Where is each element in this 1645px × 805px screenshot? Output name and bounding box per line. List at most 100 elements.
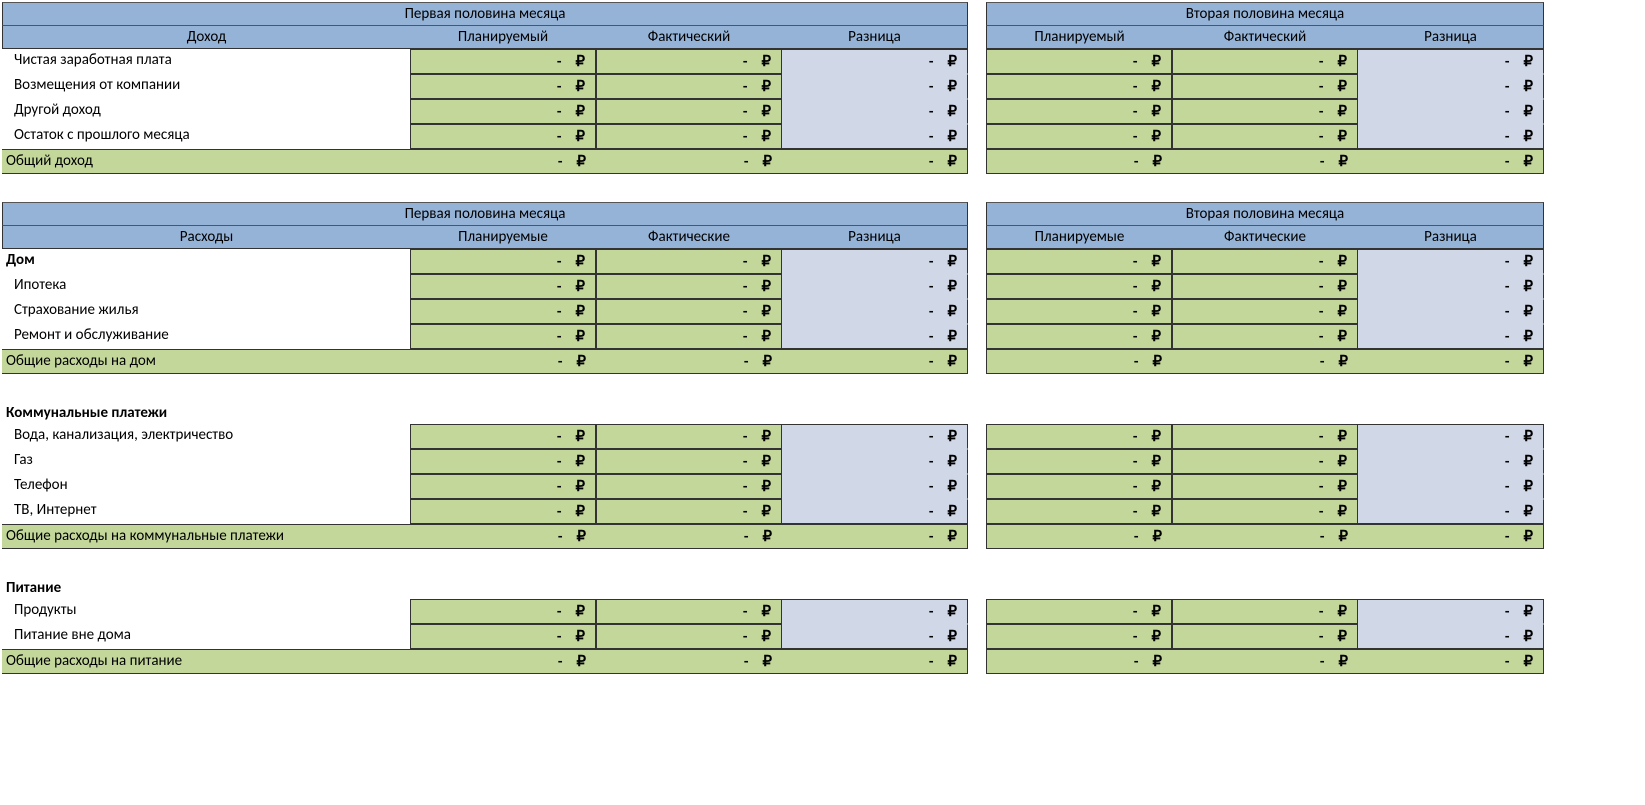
cell-diff: -₽ <box>1358 424 1544 449</box>
cell-plan[interactable]: -₽ <box>986 449 1172 474</box>
cell-plan[interactable]: -₽ <box>410 49 596 74</box>
cell-plan[interactable]: -₽ <box>410 624 596 649</box>
cell-fact[interactable]: -₽ <box>596 274 782 299</box>
cell-plan[interactable]: -₽ <box>410 124 596 149</box>
cell-value: -₽ <box>1133 502 1161 521</box>
cell-diff: -₽ <box>782 299 968 324</box>
cell-plan[interactable]: -₽ <box>986 299 1172 324</box>
cell-plan[interactable]: -₽ <box>986 99 1172 124</box>
cell-fact[interactable]: -₽ <box>1172 49 1358 74</box>
cell-plan[interactable]: -₽ <box>986 274 1172 299</box>
gap <box>968 26 986 49</box>
cell-value: -₽ <box>1505 302 1533 321</box>
cell-plan[interactable]: -₽ <box>986 74 1172 99</box>
cell-plan[interactable]: -₽ <box>410 449 596 474</box>
cell-value: -₽ <box>929 77 957 96</box>
gap <box>968 499 986 524</box>
cell-value: -₽ <box>1319 502 1347 521</box>
cell-plan[interactable]: -₽ <box>410 99 596 124</box>
cell-fact[interactable]: -₽ <box>1172 474 1358 499</box>
cell-fact[interactable]: -₽ <box>1172 449 1358 474</box>
cell-diff: -₽ <box>1358 299 1544 324</box>
cell-plan[interactable]: -₽ <box>986 49 1172 74</box>
gap <box>968 649 986 674</box>
cell-fact[interactable]: -₽ <box>1172 324 1358 349</box>
cell-fact[interactable]: -₽ <box>596 324 782 349</box>
row-label: Ремонт и обслуживание <box>2 324 410 349</box>
cell-fact[interactable]: -₽ <box>596 99 782 124</box>
cell-fact[interactable]: -₽ <box>1172 299 1358 324</box>
cell-value: -₽ <box>1319 302 1347 321</box>
total-fact: -₽ <box>596 349 782 374</box>
cell-fact[interactable]: -₽ <box>596 124 782 149</box>
cell-fact[interactable]: -₽ <box>1172 74 1358 99</box>
col-fact: Фактический <box>1172 26 1358 49</box>
col-diff: Разница <box>782 226 968 249</box>
cell-fact[interactable]: -₽ <box>1172 124 1358 149</box>
cell-fact[interactable]: -₽ <box>1172 424 1358 449</box>
total-plan: -₽ <box>410 649 596 674</box>
cell-plan[interactable]: -₽ <box>410 274 596 299</box>
category-header: Питание <box>2 577 410 599</box>
cell-value: -₽ <box>1505 102 1533 121</box>
cell-fact[interactable]: -₽ <box>596 424 782 449</box>
cell-plan[interactable]: -₽ <box>986 249 1172 274</box>
cell-plan[interactable]: -₽ <box>410 599 596 624</box>
total-label: Общие расходы на дом <box>2 349 410 374</box>
cell-plan[interactable]: -₽ <box>986 624 1172 649</box>
cell-value: -₽ <box>1133 427 1161 446</box>
cell-value: -₽ <box>1134 527 1162 546</box>
cell-fact[interactable]: -₽ <box>596 474 782 499</box>
cell-value: -₽ <box>1133 602 1161 621</box>
cell-plan[interactable]: -₽ <box>410 424 596 449</box>
cell-fact[interactable]: -₽ <box>1172 624 1358 649</box>
cell-fact[interactable]: -₽ <box>1172 99 1358 124</box>
cell-fact[interactable]: -₽ <box>596 624 782 649</box>
cell-value: -₽ <box>929 627 957 646</box>
cell-value: -₽ <box>1319 102 1347 121</box>
cell-fact[interactable]: -₽ <box>596 449 782 474</box>
cell-fact[interactable]: -₽ <box>596 599 782 624</box>
cell-value: -₽ <box>1319 627 1347 646</box>
cell-plan[interactable]: -₽ <box>410 324 596 349</box>
cell-value: -₽ <box>1320 652 1348 671</box>
cell-plan[interactable]: -₽ <box>986 474 1172 499</box>
cell-value: -₽ <box>1134 652 1162 671</box>
cell-plan[interactable]: -₽ <box>410 74 596 99</box>
cell-plan[interactable]: -₽ <box>410 299 596 324</box>
cell-value: -₽ <box>929 302 957 321</box>
gap <box>968 349 986 374</box>
cell-fact[interactable]: -₽ <box>596 299 782 324</box>
cell-fact[interactable]: -₽ <box>596 499 782 524</box>
cell-plan[interactable]: -₽ <box>986 324 1172 349</box>
cell-value: -₽ <box>929 502 957 521</box>
total-diff: -₽ <box>782 149 968 174</box>
cell-plan[interactable]: -₽ <box>410 474 596 499</box>
cell-fact[interactable]: -₽ <box>596 249 782 274</box>
total-label: Общие расходы на питание <box>2 649 410 674</box>
cell-fact[interactable]: -₽ <box>1172 499 1358 524</box>
cell-diff: -₽ <box>782 99 968 124</box>
row-label: Остаток с прошлого месяца <box>2 124 410 149</box>
cell-value: -₽ <box>1505 502 1533 521</box>
total-fact: -₽ <box>1172 524 1358 549</box>
cell-value: -₽ <box>1505 602 1533 621</box>
cell-plan[interactable]: -₽ <box>986 424 1172 449</box>
total-diff: -₽ <box>1358 649 1544 674</box>
cell-plan[interactable]: -₽ <box>986 499 1172 524</box>
cell-fact[interactable]: -₽ <box>596 49 782 74</box>
cell-plan[interactable]: -₽ <box>410 249 596 274</box>
cell-fact[interactable]: -₽ <box>1172 599 1358 624</box>
cell-plan[interactable]: -₽ <box>986 124 1172 149</box>
cell-value: -₽ <box>557 477 585 496</box>
cell-value: -₽ <box>1133 327 1161 346</box>
cell-value: -₽ <box>929 327 957 346</box>
cell-fact[interactable]: -₽ <box>596 74 782 99</box>
cell-value: -₽ <box>929 352 957 371</box>
cell-value: -₽ <box>743 427 771 446</box>
cell-fact[interactable]: -₽ <box>1172 274 1358 299</box>
total-label: Общий доход <box>2 149 410 174</box>
cell-plan[interactable]: -₽ <box>410 499 596 524</box>
cell-fact[interactable]: -₽ <box>1172 249 1358 274</box>
cell-plan[interactable]: -₽ <box>986 599 1172 624</box>
